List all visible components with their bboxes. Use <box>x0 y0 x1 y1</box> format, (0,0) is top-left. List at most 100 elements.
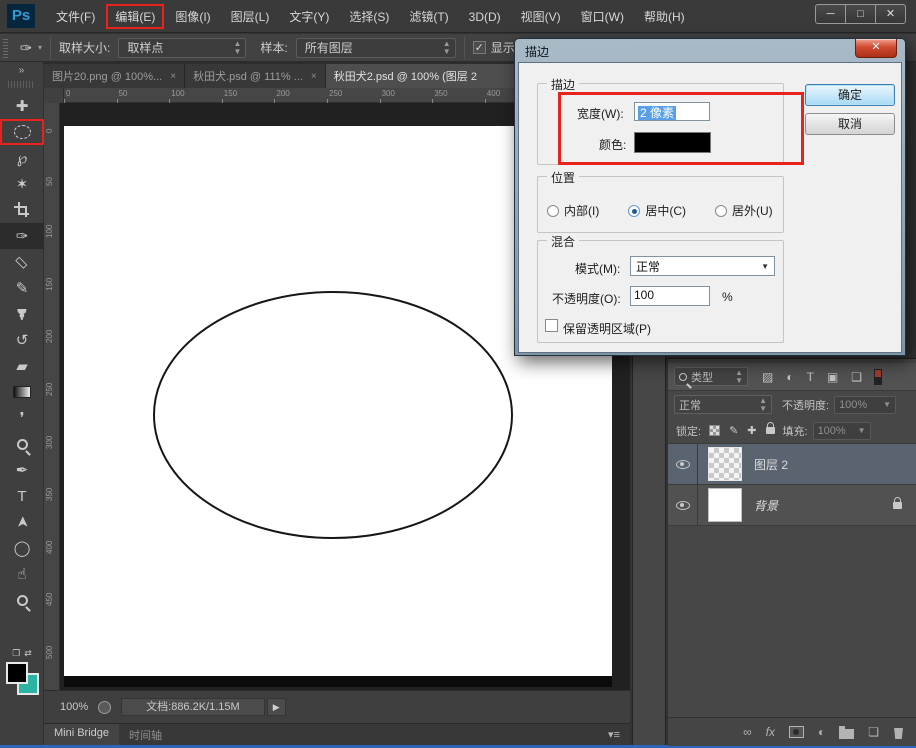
menu-文字(Y)[interactable]: 文字(Y) <box>280 4 338 29</box>
hand-tool[interactable]: ☝ <box>0 561 44 587</box>
minimize-button[interactable]: ─ <box>815 4 846 24</box>
toolbar-grip[interactable] <box>8 81 35 88</box>
collapse-panel-icon[interactable]: » <box>0 62 43 76</box>
menu-文件(F)[interactable]: 文件(F) <box>47 4 104 29</box>
menu-帮助(H)[interactable]: 帮助(H) <box>635 4 694 29</box>
layer-style-icon[interactable]: fx <box>766 725 775 739</box>
type-tool[interactable]: T <box>0 483 44 509</box>
layer-row-2[interactable]: 背景 <box>668 485 916 526</box>
dodge-tool[interactable] <box>0 431 44 457</box>
new-group-icon[interactable] <box>839 729 854 739</box>
lasso-tool[interactable]: ℘ <box>0 145 44 171</box>
close-icon[interactable]: × <box>311 71 317 82</box>
tab-label: 图片20.png @ 100%... <box>52 68 162 84</box>
maximize-button[interactable]: □ <box>845 4 876 24</box>
history-brush-tool[interactable]: ↺ <box>0 327 44 353</box>
layer-row-1[interactable]: 图层 2 <box>668 444 916 485</box>
visibility-cell[interactable] <box>668 444 698 485</box>
menu-编辑(E)[interactable]: 编辑(E) <box>106 4 164 29</box>
elliptical-marquee-tool[interactable] <box>0 119 44 145</box>
eyedropper-tool[interactable]: ✑ <box>0 223 44 249</box>
preserve-transparency-checkbox[interactable] <box>545 319 558 332</box>
dialog-close-button[interactable]: ✕ <box>855 39 897 58</box>
adjustment-layer-icon[interactable]: ◐ <box>818 725 825 739</box>
h-ruler-tick: 0 <box>66 89 70 98</box>
path-selection-tool[interactable]: ➤ <box>0 509 44 535</box>
menu-选择(S)[interactable]: 选择(S) <box>340 4 398 29</box>
show-checkbox[interactable]: ✓ <box>473 41 486 54</box>
document-info[interactable]: 文档:886.2K/1.15M <box>121 698 265 716</box>
pen-tool[interactable]: ✒ <box>0 457 44 483</box>
filter-type-layers-icon[interactable]: T <box>807 370 814 384</box>
type-tool-glyph: T <box>17 488 26 505</box>
layer-thumbnail[interactable] <box>708 447 742 481</box>
add-mask-icon[interactable] <box>789 726 804 738</box>
close-button[interactable]: ✕ <box>875 4 906 24</box>
ruler-corner <box>44 88 64 103</box>
lock-paint-icon[interactable]: ✎ <box>729 424 738 437</box>
blend-mode-dropdown[interactable]: 正常▲▼ <box>674 395 772 414</box>
options-grip[interactable] <box>3 38 8 58</box>
radio-居外(U)[interactable]: 居外(U) <box>715 202 773 219</box>
document-tab-1[interactable]: 图片20.png @ 100%... × <box>44 64 185 88</box>
shape-tool[interactable]: ◯ <box>0 535 44 561</box>
foreground-color-swatch[interactable] <box>6 662 28 684</box>
lock-transparency-icon[interactable] <box>709 425 720 436</box>
menu-滤镜(T)[interactable]: 滤镜(T) <box>400 4 457 29</box>
clone-stamp-tool[interactable]: ♟ <box>0 301 44 327</box>
default-swap-colors-icon[interactable]: ❐⇄ <box>4 647 40 659</box>
filter-shape-layers-icon[interactable]: ▣ <box>827 370 838 384</box>
cancel-button[interactable]: 取消 <box>805 113 895 135</box>
filter-toggle-switch[interactable] <box>874 369 882 385</box>
sample-size-dropdown[interactable]: 取样点▲▼ <box>118 38 246 58</box>
tool-preset-arrow-icon[interactable]: ▾ <box>38 43 42 52</box>
crop-tool[interactable] <box>0 197 44 223</box>
layer-filter-dropdown[interactable]: 类型▲▼ <box>674 367 748 386</box>
delete-layer-icon[interactable] <box>893 728 904 739</box>
menu-图层(L)[interactable]: 图层(L) <box>222 4 279 29</box>
menu-图像(I)[interactable]: 图像(I) <box>166 4 219 29</box>
panel-tab-Mini Bridge[interactable]: Mini Bridge <box>44 724 119 746</box>
eraser-tool[interactable]: ▰ <box>0 353 44 379</box>
document-tab-2[interactable]: 秋田犬.psd @ 111% ...× <box>185 64 326 88</box>
layer-thumbnail[interactable] <box>708 488 742 522</box>
new-layer-icon[interactable]: ❏ <box>868 725 879 739</box>
eyedropper-options-icon[interactable]: ✑ <box>14 35 38 61</box>
filter-pixel-layers-icon[interactable]: ▨ <box>762 370 773 384</box>
opacity-value[interactable]: 100%▼ <box>834 396 896 414</box>
menu-3D(D)[interactable]: 3D(D) <box>460 6 510 28</box>
mode-dropdown[interactable]: 正常 ▼ <box>630 256 775 276</box>
h-ruler-tick: 50 <box>119 89 128 98</box>
search-icon <box>679 373 687 381</box>
menu-视图(V)[interactable]: 视图(V) <box>512 4 570 29</box>
gradient-tool[interactable] <box>0 379 44 405</box>
blur-tool[interactable]: ❜ <box>0 405 44 431</box>
zoom-tool[interactable] <box>0 587 44 613</box>
status-expand-icon[interactable]: ▶ <box>267 698 286 716</box>
close-icon[interactable]: × <box>170 71 176 82</box>
eye-icon[interactable] <box>676 501 690 510</box>
panel-tab-时间轴[interactable]: 时间轴 <box>119 724 172 746</box>
opacity-input[interactable]: 100 <box>630 286 710 306</box>
brush-tool[interactable]: ✎ <box>0 275 44 301</box>
healing-brush-tool[interactable]: ▭ <box>0 249 44 275</box>
menu-窗口(W)[interactable]: 窗口(W) <box>572 4 633 29</box>
filter-adjustment-layers-icon[interactable]: ◐ <box>786 370 793 384</box>
fill-value[interactable]: 100%▼ <box>813 422 871 440</box>
eye-icon[interactable] <box>676 460 690 469</box>
panel-menu-icon[interactable]: ▾≡ <box>608 728 620 741</box>
move-tool[interactable]: ✚ <box>0 93 44 119</box>
radio-dot <box>547 205 559 217</box>
radio-居中(C)[interactable]: 居中(C) <box>628 202 686 219</box>
filter-smart-objects-icon[interactable]: ❏ <box>851 370 862 384</box>
radio-内部(I)[interactable]: 内部(I) <box>547 202 599 219</box>
zoom-level[interactable]: 100% <box>60 701 88 713</box>
ok-button[interactable]: 确定 <box>805 84 895 106</box>
radio-dot <box>715 205 727 217</box>
lock-position-icon[interactable]: ✚ <box>747 424 756 437</box>
visibility-cell[interactable] <box>668 485 698 526</box>
sample-dropdown[interactable]: 所有图层▲▼ <box>296 38 456 58</box>
magic-wand-tool[interactable]: ✶ <box>0 171 44 197</box>
lock-all-icon[interactable] <box>766 427 775 434</box>
link-layers-icon[interactable]: ∞ <box>743 725 752 739</box>
